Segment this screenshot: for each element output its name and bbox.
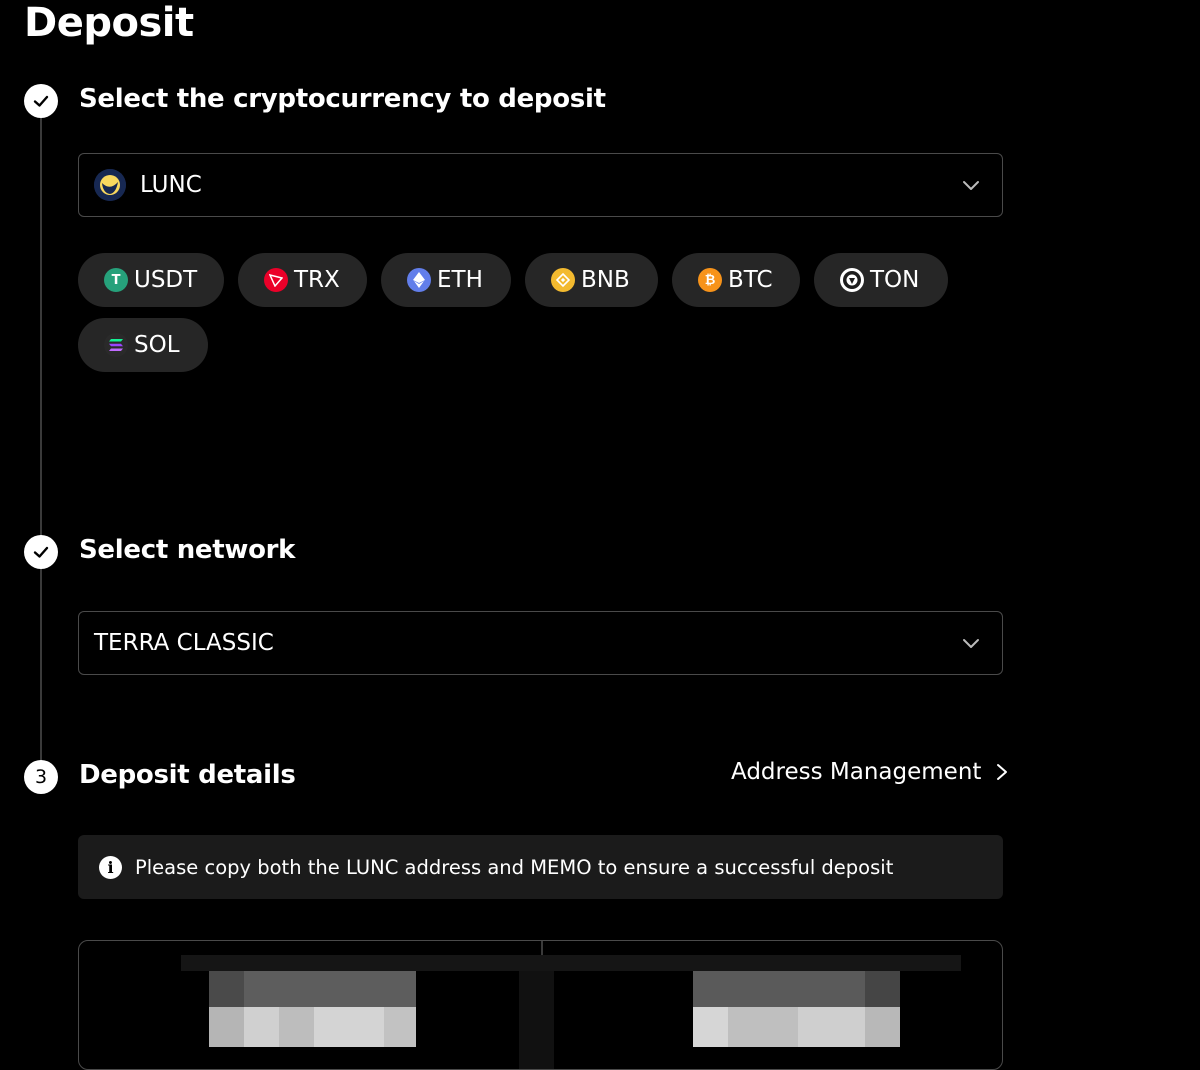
trx-icon [264, 268, 288, 292]
coin-chip-label: TON [870, 267, 920, 293]
sol-icon [104, 333, 128, 357]
coin-chip-sol[interactable]: SOL [78, 318, 208, 372]
lunc-coin-icon [94, 169, 126, 201]
coin-chip-usdt[interactable]: T USDT [78, 253, 224, 307]
info-icon: i [99, 855, 122, 879]
redacted-pixel [798, 1007, 865, 1047]
redacted-pixel [244, 1007, 279, 1047]
redacted-pixel [519, 971, 554, 1069]
usdt-icon: T [104, 268, 128, 292]
step-3-title: Deposit details [79, 760, 296, 790]
coin-chip-label: BTC [728, 267, 773, 293]
coin-chip-trx[interactable]: TRX [238, 253, 367, 307]
redacted-pixel [693, 971, 865, 1007]
chevron-right-icon [997, 764, 1008, 780]
network-select-value: TERRA CLASSIC [94, 630, 274, 656]
page-title: Deposit [24, 0, 194, 46]
redacted-pixel [384, 1007, 416, 1047]
redacted-pixel [728, 1007, 798, 1047]
redacted-pixel [693, 1007, 728, 1047]
step-1-check-icon [24, 84, 58, 118]
address-management-link[interactable]: Address Management [731, 759, 1009, 785]
coin-chip-btc[interactable]: ₿ BTC [672, 253, 800, 307]
redacted-pixel [209, 1007, 244, 1047]
step-3-number: 3 [24, 760, 58, 794]
cryptocurrency-select-value: LUNC [140, 172, 202, 198]
step-2-check-icon [24, 535, 58, 569]
step-2-title: Select network [79, 535, 296, 565]
address-management-label: Address Management [731, 759, 982, 785]
network-select[interactable]: TERRA CLASSIC [78, 611, 1003, 675]
redacted-pixel [865, 1007, 900, 1047]
bnb-icon [551, 268, 575, 292]
step-timeline-line [40, 118, 42, 764]
chevron-down-icon [963, 181, 979, 190]
coin-chip-ton[interactable]: TON [814, 253, 948, 307]
coin-chip-eth[interactable]: ETH [381, 253, 511, 307]
coin-chip-label: ETH [437, 267, 483, 293]
coin-chip-label: BNB [581, 267, 630, 293]
coin-chip-bnb[interactable]: BNB [525, 253, 658, 307]
redacted-content [181, 955, 961, 971]
redacted-pixel [314, 1007, 384, 1047]
eth-icon [407, 268, 431, 292]
deposit-notice-text: Please copy both the LUNC address and ME… [135, 855, 894, 879]
deposit-notice: i Please copy both the LUNC address and … [78, 835, 1003, 899]
coin-chip-label: TRX [294, 267, 340, 293]
redacted-pixel [209, 971, 244, 1007]
btc-icon: ₿ [698, 268, 722, 292]
redacted-pixel [244, 971, 416, 1007]
coin-chip-label: USDT [134, 267, 198, 293]
deposit-details-panel [78, 940, 1003, 1070]
redacted-pixel [865, 971, 900, 1007]
cryptocurrency-select[interactable]: LUNC [78, 153, 1003, 217]
redacted-pixel [279, 1007, 314, 1047]
step-1-title: Select the cryptocurrency to deposit [79, 84, 606, 114]
ton-icon [840, 268, 864, 292]
chevron-down-icon [963, 639, 979, 648]
coin-chip-label: SOL [134, 332, 180, 358]
